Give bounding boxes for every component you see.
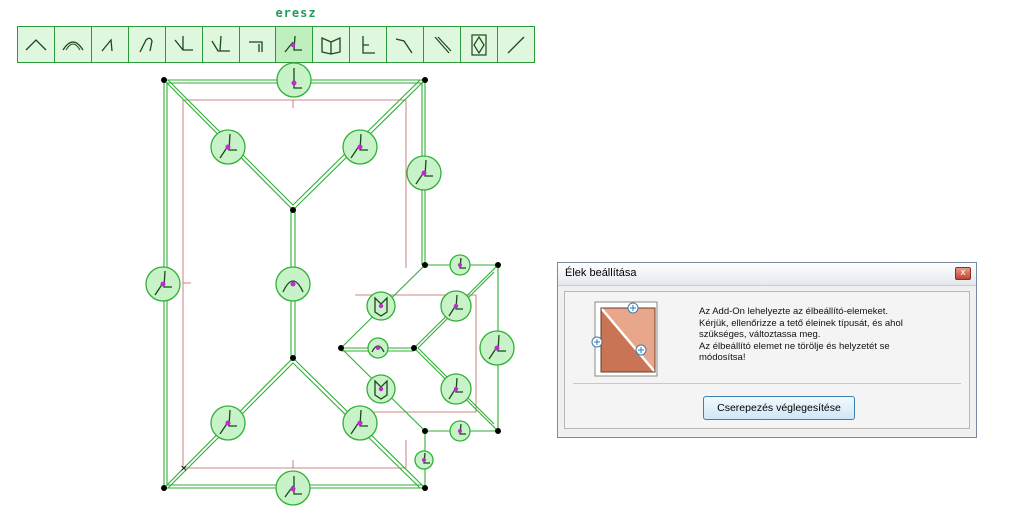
diagonal-bend-icon [396, 37, 413, 53]
slope-left-icon [101, 37, 113, 51]
edge-marker[interactable] [342, 129, 378, 165]
edge-marker[interactable] [366, 291, 396, 321]
dialog-titlebar[interactable]: Élek beállítása x [558, 263, 976, 286]
toolbar-button-diagonal-bend[interactable] [387, 27, 425, 62]
edge-marker[interactable] [210, 405, 246, 441]
edge-marker[interactable] [449, 420, 471, 442]
toolbar-button-slope-hook[interactable] [129, 27, 166, 62]
toolbar-button-book[interactable] [313, 27, 351, 62]
toolbar-button-diagonal-slash[interactable] [424, 27, 462, 62]
book-icon [321, 36, 341, 55]
toolbar-button-line[interactable] [498, 27, 534, 62]
edge-marker[interactable] [367, 337, 389, 359]
diamond-icon [471, 33, 487, 56]
edge-marker[interactable] [479, 330, 515, 366]
dialog-separator [573, 383, 961, 384]
toolbar-button-wall-junction[interactable] [350, 27, 388, 62]
edge-marker[interactable] [406, 155, 442, 191]
message-line: Kérjük, ellenőrizze a tető éleinek típus… [699, 317, 903, 329]
close-button[interactable]: x [955, 267, 971, 280]
rounded-ridge-icon [62, 40, 84, 50]
message-line: Az Add-On lehelyezte az élbeállító-eleme… [699, 306, 889, 317]
dialog-body: Az Add-On lehelyezte az élbeállító-eleme… [564, 291, 970, 429]
edge-marker[interactable] [366, 374, 396, 404]
edge-markers [145, 62, 515, 506]
edge-marker[interactable] [275, 266, 311, 302]
slope-hook-icon [139, 37, 153, 52]
roof-plan-drawing: × [145, 62, 515, 506]
edge-marker[interactable] [449, 254, 471, 276]
message-line: módosítsa! [699, 352, 746, 363]
finalize-tiling-button[interactable]: Cserepezés véglegesítése [703, 396, 855, 420]
edge-marker[interactable] [276, 62, 312, 98]
toolbar-button-diamond[interactable] [461, 27, 498, 62]
toolbar-button-slope-left[interactable] [92, 27, 129, 62]
toolbar-button-ridge[interactable] [18, 27, 55, 62]
gable-end-icon [249, 40, 264, 52]
wall-junction-icon [362, 35, 376, 54]
dialog-message: Az Add-On lehelyezte az élbeállító-eleme… [699, 306, 961, 364]
line-icon [507, 36, 525, 53]
toolbar-button-valley[interactable] [166, 27, 203, 62]
edge-marker[interactable] [342, 405, 378, 441]
edge-marker[interactable] [440, 373, 472, 405]
message-line: Az élbeállító elemet ne törölje és helyz… [699, 340, 890, 352]
valley-icon [174, 35, 193, 51]
edge-marker[interactable] [275, 470, 311, 506]
cursor-cross: × [180, 464, 188, 474]
toolbar-button-eave[interactable] [276, 27, 314, 62]
toolbar-button-gable-end[interactable] [240, 27, 277, 62]
diagonal-slash-icon [434, 36, 452, 53]
toolbar-button-hip[interactable] [203, 27, 240, 62]
toolbar-button-rounded-ridge[interactable] [55, 27, 92, 62]
dialog-title: Élek beállítása [565, 267, 637, 279]
message-line: szükséges, változtassa meg. [699, 329, 821, 340]
edge-marker[interactable] [414, 450, 434, 470]
ridge-icon [25, 38, 47, 50]
roof-tile-edge-icon [591, 301, 658, 377]
eave-icon [284, 35, 303, 52]
edge-type-toolbar [17, 26, 535, 63]
edge-marker[interactable] [440, 290, 472, 322]
toolbar-title: eresz [275, 6, 317, 20]
edge-marker[interactable] [145, 266, 181, 302]
hip-icon [211, 35, 230, 52]
edge-marker[interactable] [210, 129, 246, 165]
edge-settings-dialog: Élek beállítása x Az Add-On lehelyezte a… [557, 262, 977, 438]
